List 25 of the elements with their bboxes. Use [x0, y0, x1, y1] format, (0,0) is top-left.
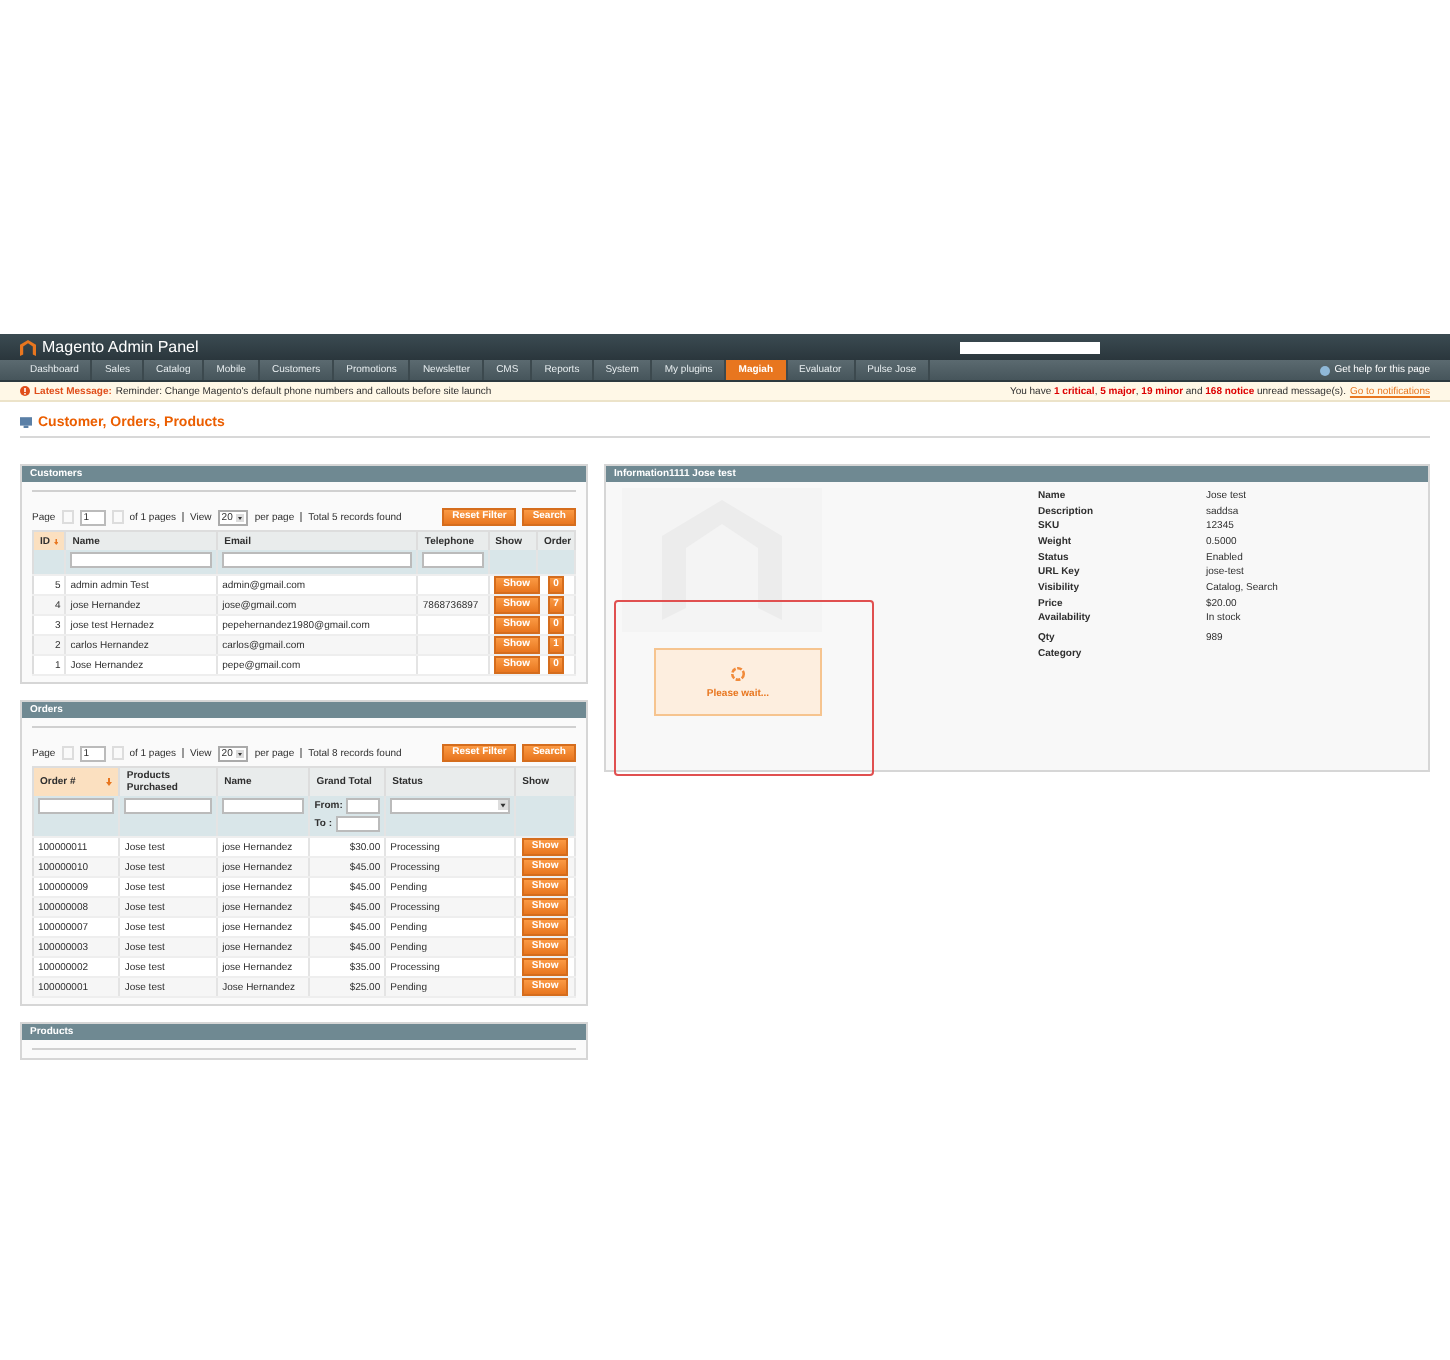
filter-field[interactable] [222, 552, 413, 568]
filter-field[interactable] [422, 552, 484, 568]
filter-field[interactable] [222, 798, 305, 814]
filter-field[interactable] [336, 816, 381, 832]
filter-select[interactable] [390, 798, 511, 814]
logo-text: Magento Admin Panel [42, 338, 199, 356]
dropdown-arrow-icon [236, 749, 245, 757]
dropdown-arrow-icon [236, 513, 245, 521]
sort-arrow-icon [106, 778, 113, 786]
search-field[interactable] [960, 341, 1100, 353]
next-page-icon[interactable] [111, 510, 124, 524]
previous-page-icon[interactable] [61, 510, 74, 524]
next-page-icon[interactable] [111, 746, 124, 760]
sort-arrow-icon [54, 537, 59, 545]
filter-field[interactable] [38, 798, 115, 814]
logo-icon [662, 494, 782, 626]
logo-icon [20, 339, 36, 355]
page-icon [20, 416, 32, 428]
help-icon [1320, 365, 1331, 375]
filter-field[interactable] [346, 798, 381, 814]
alert-icon [20, 386, 30, 396]
previous-page-icon[interactable] [61, 746, 74, 760]
filter-field[interactable] [70, 552, 213, 568]
filter-field[interactable] [124, 798, 213, 814]
spinner-icon [730, 665, 746, 681]
